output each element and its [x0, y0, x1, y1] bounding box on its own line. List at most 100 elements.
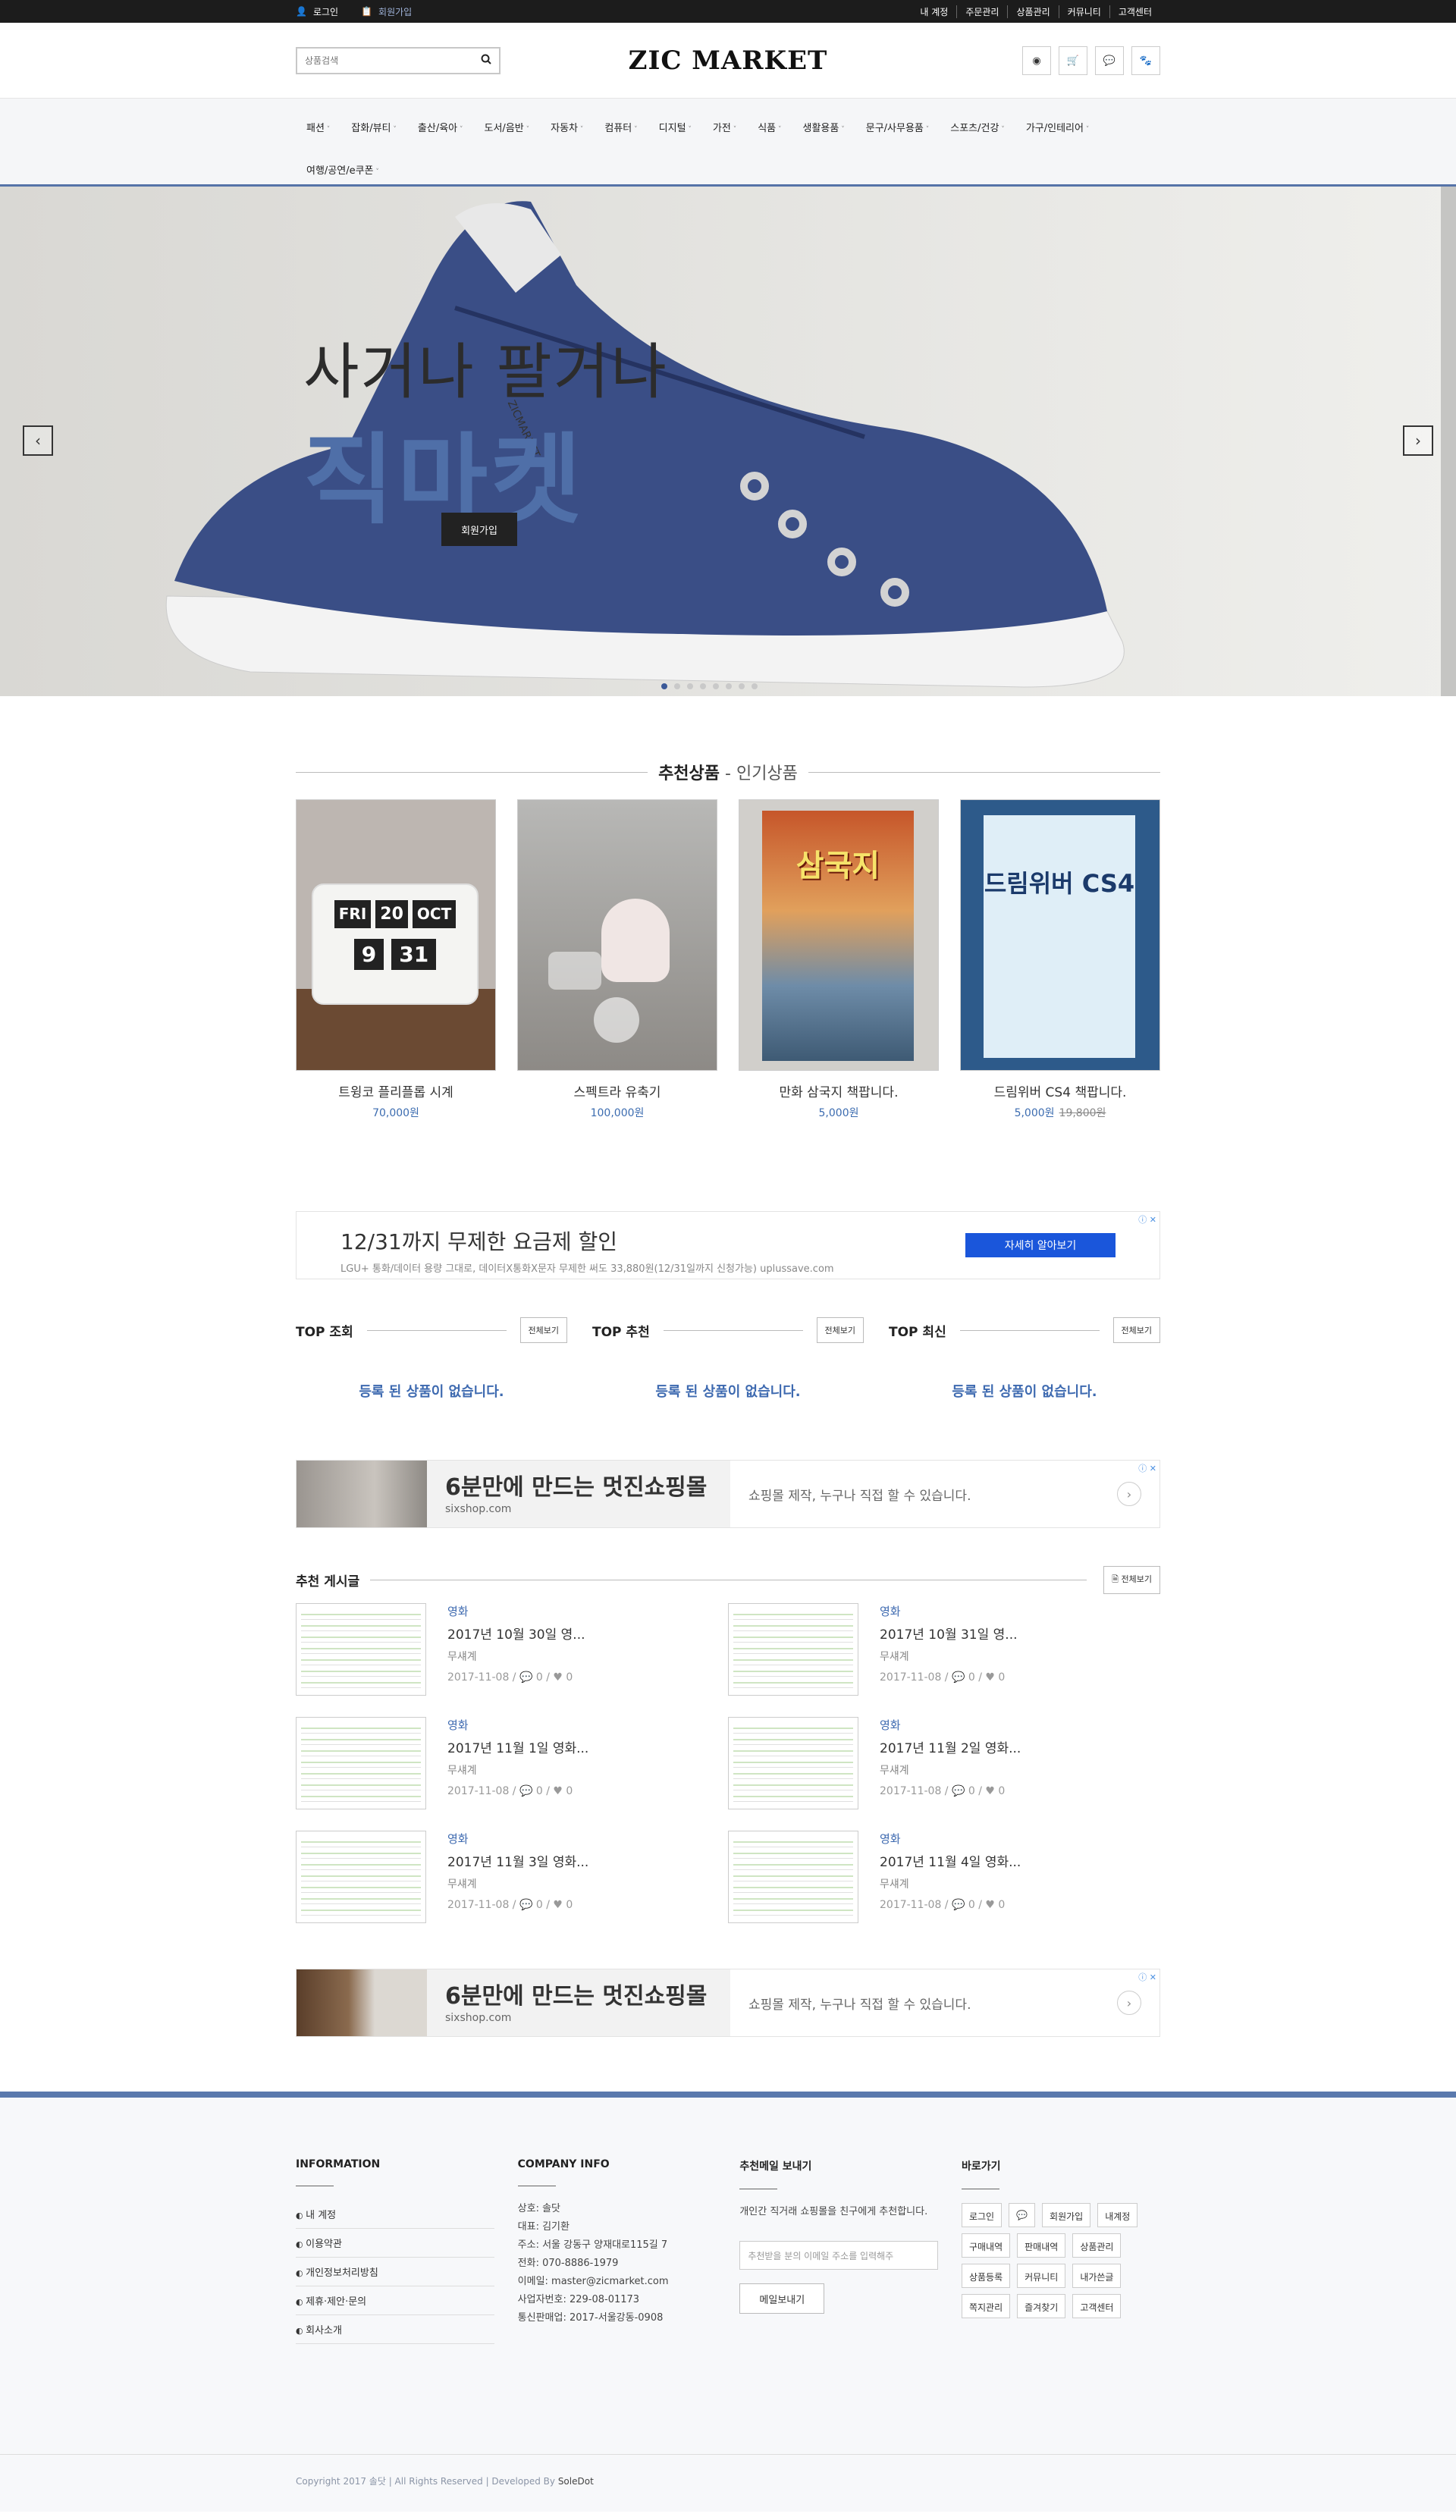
- post-item[interactable]: 영화 2017년 11월 1일 영화... 무섀계 2017-11-08 / 💬 0 …: [296, 1717, 728, 1831]
- developer-link[interactable]: SoleDot: [558, 2476, 594, 2487]
- quick-link[interactable]: 상품등록: [961, 2264, 1011, 2288]
- top-link-account[interactable]: 내 계정: [912, 5, 956, 18]
- post-item[interactable]: 영화 2017년 11월 3일 영화... 무섀계 2017-11-08 / 💬 0 …: [296, 1831, 728, 1944]
- footer-link[interactable]: 제휴·제안·문의: [296, 2286, 494, 2315]
- nav-item[interactable]: 식품: [758, 108, 781, 150]
- post-title[interactable]: 2017년 11월 1일 영화...: [447, 1737, 588, 1756]
- nav-item[interactable]: 패션: [306, 108, 330, 150]
- post-item[interactable]: 영화 2017년 11월 4일 영화... 무섀계 2017-11-08 / 💬 0 …: [728, 1831, 1160, 1944]
- slider-dot[interactable]: [726, 683, 732, 689]
- email-input[interactable]: 추천받을 분의 이메일 주소를 입력해주: [739, 2241, 939, 2270]
- quick-link[interactable]: 즐겨찾기: [1017, 2294, 1066, 2318]
- nav-item[interactable]: 잡화/뷰티: [351, 108, 397, 150]
- chat-icon[interactable]: 💬: [1095, 46, 1124, 75]
- nav-item[interactable]: 출산/육아: [418, 108, 463, 150]
- top-link-community[interactable]: 커뮤니티: [1058, 5, 1109, 18]
- featured-heading: 추천상품 - 인기상품: [296, 760, 1160, 784]
- post-title[interactable]: 2017년 11월 3일 영화...: [447, 1851, 588, 1870]
- main-content: 추천상품 - 인기상품 FRI 20 OCT 9 31 트윙코 플리플롭 시계: [296, 760, 1160, 2037]
- search-input[interactable]: [305, 55, 457, 66]
- quick-link[interactable]: 로그인: [961, 2203, 1003, 2227]
- view-all-button[interactable]: 전체보기: [1112, 1317, 1160, 1343]
- product-card[interactable]: 삼국지 만화 삼국지 책팝니다. 5,000원: [739, 799, 939, 1120]
- post-category[interactable]: 영화: [880, 1831, 1021, 1847]
- empty-message: 등록 된 상품이 없습니다.: [952, 1384, 1097, 1400]
- search-icon[interactable]: [481, 54, 491, 67]
- footer-link[interactable]: 회사소개: [296, 2315, 494, 2344]
- send-mail-button[interactable]: 메일보내기: [739, 2283, 825, 2314]
- ad-close-icon[interactable]: ⓘ ✕: [1138, 1462, 1156, 1474]
- footer-link[interactable]: 이용약관: [296, 2229, 494, 2258]
- post-category[interactable]: 영화: [447, 1831, 588, 1847]
- post-category[interactable]: 영화: [880, 1717, 1021, 1733]
- footer-link[interactable]: 개인정보처리방침: [296, 2258, 494, 2286]
- view-all-button[interactable]: 전체보기: [519, 1317, 567, 1343]
- slider-dot[interactable]: [752, 683, 758, 689]
- top-recommended: TOP 추천 전체보기 등록 된 상품이 없습니다.: [592, 1317, 864, 1401]
- quick-link[interactable]: 쪽지관리: [961, 2294, 1011, 2318]
- nav-item[interactable]: 문구/사무용품: [866, 108, 930, 150]
- quick-link[interactable]: 내계정: [1097, 2203, 1138, 2227]
- post-category[interactable]: 영화: [447, 1717, 588, 1733]
- view-all-button[interactable]: 전체보기: [816, 1317, 864, 1343]
- chat-icon[interactable]: 💬: [1009, 2203, 1036, 2227]
- slider-dot[interactable]: [687, 683, 693, 689]
- sixshop-ad[interactable]: 6분만에 만드는 멋진쇼핑몰 sixshop.com 쇼핑몰 제작, 누구나 직접…: [296, 1460, 1160, 1528]
- slider-dot[interactable]: [700, 683, 706, 689]
- quick-link[interactable]: 상품관리: [1072, 2233, 1122, 2258]
- ad-close-icon[interactable]: ⓘ ✕: [1138, 1971, 1156, 1983]
- product-card[interactable]: FRI 20 OCT 9 31 트윙코 플리플롭 시계 70,000원: [296, 799, 496, 1120]
- post-title[interactable]: 2017년 11월 4일 영화...: [880, 1851, 1021, 1870]
- ad-close-icon[interactable]: ⓘ ✕: [1138, 1213, 1156, 1225]
- slider-dot[interactable]: [713, 683, 719, 689]
- slider-dot[interactable]: [674, 683, 680, 689]
- top-link-orders[interactable]: 주문관리: [956, 5, 1007, 18]
- nav-item[interactable]: 스포츠/건강: [950, 108, 1005, 150]
- product-card[interactable]: 드림위버 CS4 드림위버 CS4 책팝니다. 5,000원 19,800원: [960, 799, 1160, 1120]
- post-title[interactable]: 2017년 11월 2일 영화...: [880, 1737, 1021, 1756]
- quick-link[interactable]: 커뮤니티: [1017, 2264, 1066, 2288]
- post-item[interactable]: 영화 2017년 10월 30일 영... 무섀계 2017-11-08 / 💬 0 …: [296, 1603, 728, 1717]
- sixshop-ad[interactable]: 6분만에 만드는 멋진쇼핑몰 sixshop.com 쇼핑몰 제작, 누구나 직접…: [296, 1969, 1160, 2037]
- footer-link[interactable]: 내 계정: [296, 2200, 494, 2229]
- post-title[interactable]: 2017년 10월 31일 영...: [880, 1624, 1018, 1643]
- ad-button[interactable]: 자세히 알아보기: [965, 1233, 1116, 1257]
- quick-link[interactable]: 내가쓴글: [1072, 2264, 1122, 2288]
- next-arrow-icon[interactable]: ›: [1403, 425, 1433, 456]
- join-link[interactable]: 📋 회원가입: [361, 5, 412, 18]
- slider-dot[interactable]: [739, 683, 745, 689]
- ad-banner[interactable]: 12/31까지 무제한 요금제 할인 LGU+ 통화/데이터 용량 그대로, 데…: [296, 1211, 1160, 1279]
- site-logo[interactable]: ZIC MARKET: [629, 46, 828, 76]
- quick-link[interactable]: 고객센터: [1072, 2294, 1122, 2318]
- post-meta: 2017-11-08 / 💬 0 / ♥ 0: [447, 1671, 573, 1684]
- top-link-support[interactable]: 고객센터: [1109, 5, 1160, 18]
- post-title[interactable]: 2017년 10월 30일 영...: [447, 1624, 585, 1643]
- nav-item[interactable]: 자동차: [551, 108, 583, 150]
- paw-icon[interactable]: 🐾: [1131, 46, 1160, 75]
- quick-link[interactable]: 구매내역: [961, 2233, 1011, 2258]
- cart-icon[interactable]: 🛒: [1059, 46, 1087, 75]
- nav-item[interactable]: 가구/인테리어: [1026, 108, 1090, 150]
- quick-link[interactable]: 회원가입: [1042, 2203, 1091, 2227]
- hero-join-button[interactable]: 회원가입: [441, 513, 517, 546]
- chevron-right-icon[interactable]: ›: [1117, 1991, 1141, 2015]
- ad-thumbnail: [297, 1461, 427, 1527]
- post-category[interactable]: 영화: [447, 1603, 585, 1619]
- top-link-products[interactable]: 상품관리: [1007, 5, 1058, 18]
- login-link[interactable]: 👤 로그인: [296, 5, 338, 18]
- chevron-right-icon[interactable]: ›: [1117, 1482, 1141, 1506]
- posts-view-all-button[interactable]: 🗎 전체보기: [1103, 1566, 1160, 1594]
- nav-item[interactable]: 생활용품: [803, 108, 845, 150]
- nav-item[interactable]: 디지털: [659, 108, 692, 150]
- prev-arrow-icon[interactable]: ‹: [23, 425, 53, 456]
- nav-item[interactable]: 컴퓨터: [604, 108, 637, 150]
- post-category[interactable]: 영화: [880, 1603, 1018, 1619]
- user-circle-icon[interactable]: ◉: [1022, 46, 1051, 75]
- slider-dot[interactable]: [661, 683, 667, 689]
- post-item[interactable]: 영화 2017년 11월 2일 영화... 무섀계 2017-11-08 / 💬 0 …: [728, 1717, 1160, 1831]
- nav-item[interactable]: 도서/음반: [485, 108, 530, 150]
- quick-link[interactable]: 판매내역: [1017, 2233, 1066, 2258]
- product-card[interactable]: 스펙트라 유축기 100,000원: [517, 799, 717, 1120]
- post-item[interactable]: 영화 2017년 10월 31일 영... 무섀계 2017-11-08 / 💬 0 …: [728, 1603, 1160, 1717]
- nav-item[interactable]: 가전: [713, 108, 736, 150]
